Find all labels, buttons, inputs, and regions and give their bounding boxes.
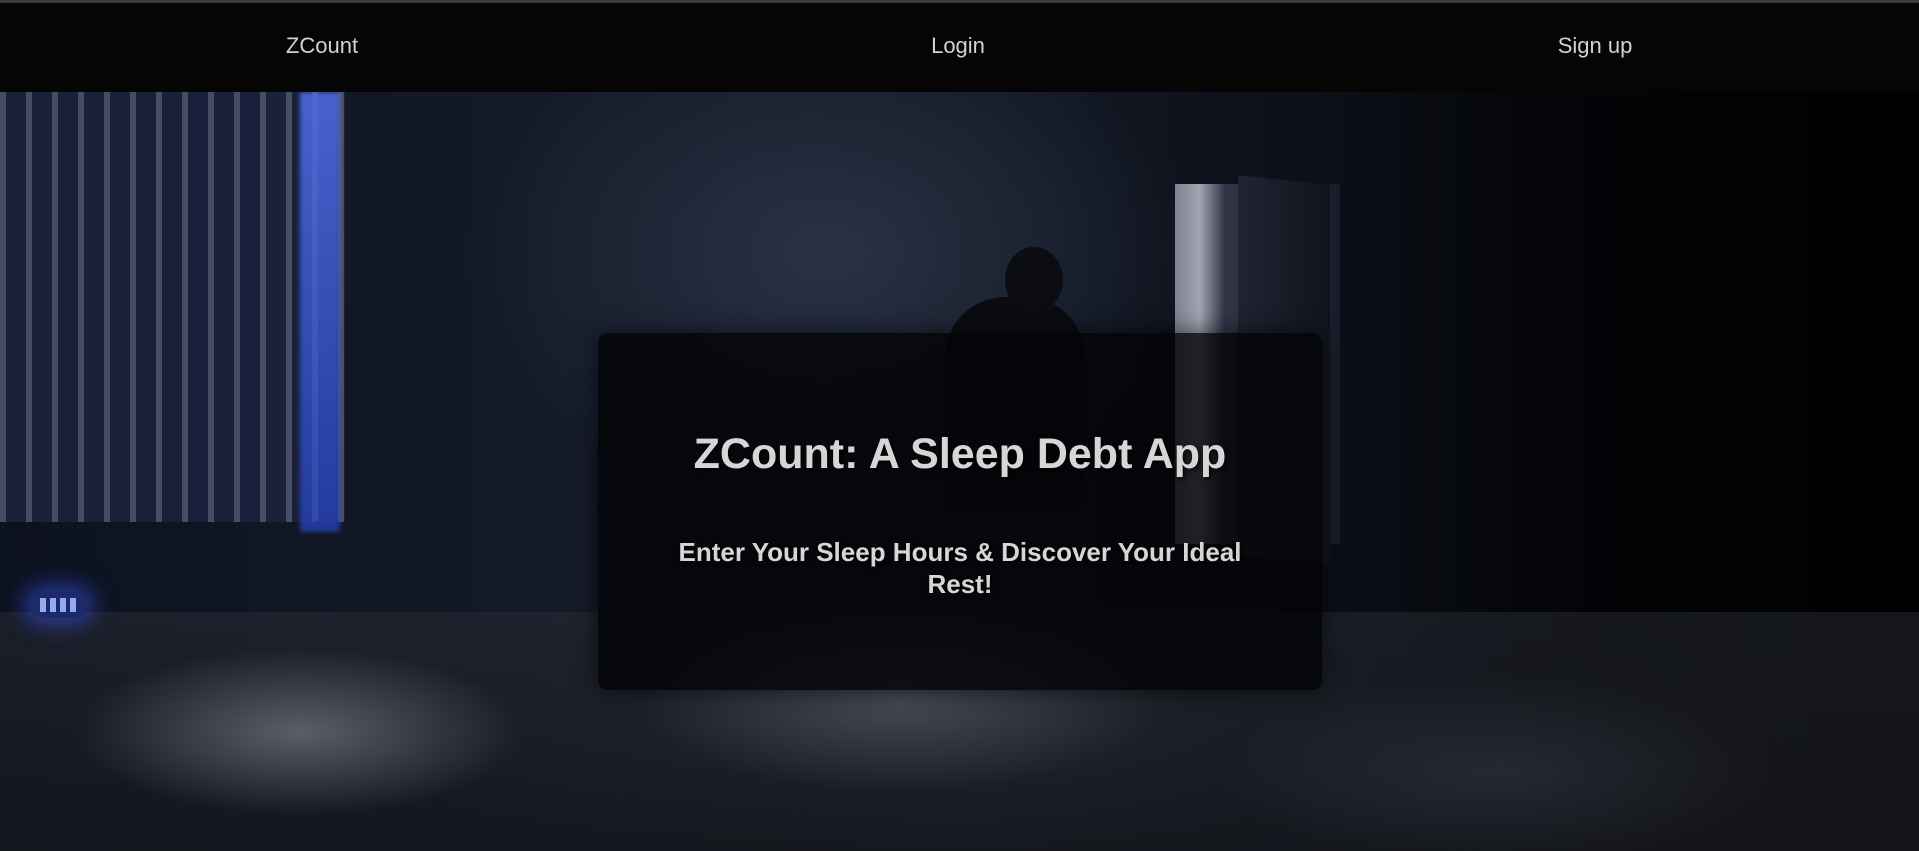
window-blinds [0,92,345,522]
clock-display [40,598,78,612]
brand-link[interactable]: ZCount [286,3,358,89]
hero-card: ZCount: A Sleep Debt App Enter Your Slee… [598,333,1322,690]
silhouette-head [1005,247,1063,313]
hero-title: ZCount: A Sleep Debt App [693,430,1227,478]
hero-subtitle: Enter Your Sleep Hours & Discover Your I… [678,537,1242,599]
window-light [300,92,340,532]
navbar: ZCount Login Sign up [0,3,1919,92]
top-border [0,0,1919,3]
login-link[interactable]: Login [931,3,985,89]
alarm-clock-icon [30,592,88,618]
signup-link[interactable]: Sign up [1558,3,1633,89]
page: ZCount Login Sign up ZCount: A Sleep Deb… [0,0,1919,851]
